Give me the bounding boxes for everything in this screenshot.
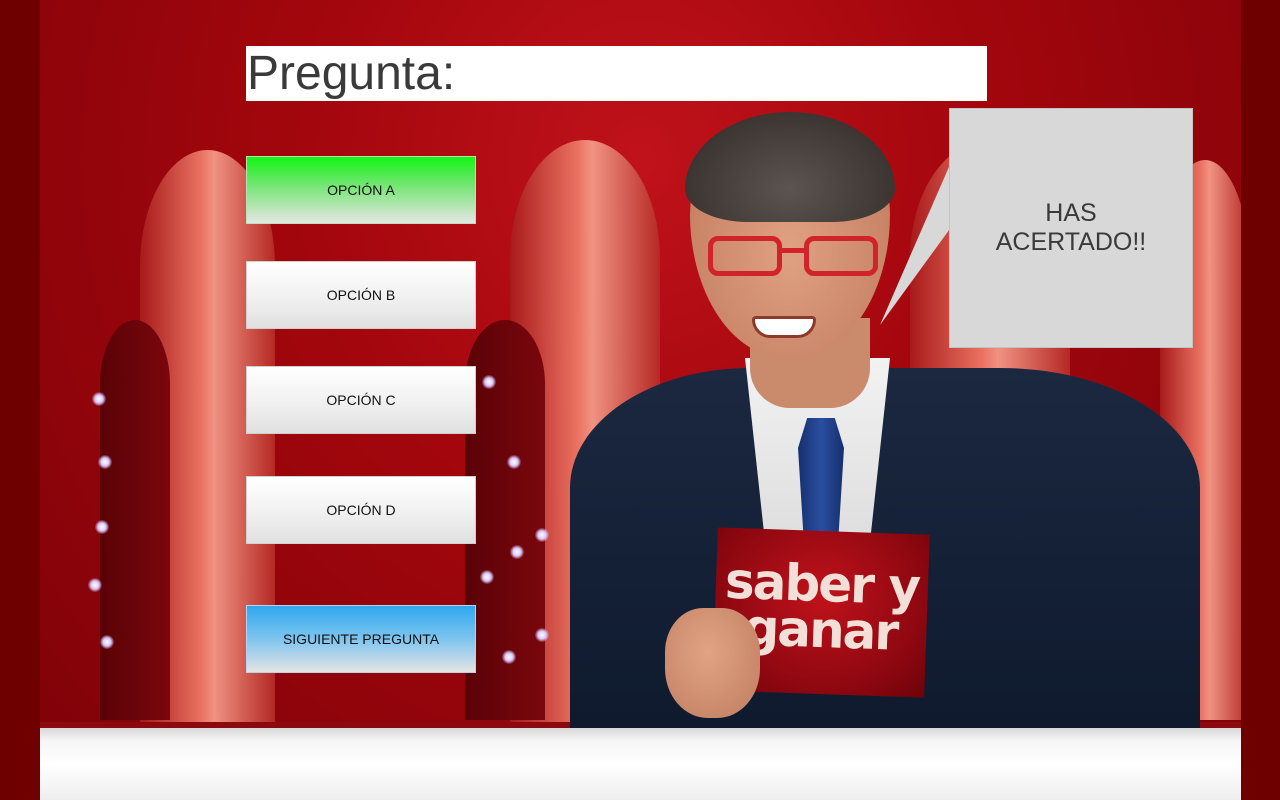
studio-light [88, 578, 102, 592]
question-text: Pregunta: [246, 46, 987, 101]
next-question-button[interactable]: SIGUIENTE PREGUNTA [246, 605, 476, 673]
studio-light [98, 455, 112, 469]
option-b-button[interactable]: OPCIÓN B [246, 261, 476, 329]
studio-light [482, 375, 496, 389]
studio-light [535, 528, 549, 542]
speech-bubble-line2: ACERTADO!! [995, 228, 1147, 256]
speech-bubble: HAS ACERTADO!! [949, 108, 1193, 348]
studio-light [510, 545, 524, 559]
host-hand [665, 608, 760, 718]
studio-light [480, 570, 494, 584]
studio-light [502, 650, 516, 664]
option-a-button[interactable]: OPCIÓN A [246, 156, 476, 224]
studio-light [95, 520, 109, 534]
option-c-button[interactable]: OPCIÓN C [246, 366, 476, 434]
presenter-desk [40, 722, 1241, 800]
host-smile [752, 316, 816, 338]
speech-bubble-line1: HAS [1045, 199, 1097, 227]
studio-light [92, 392, 106, 406]
studio-arch-dark [100, 320, 170, 720]
option-d-button[interactable]: OPCIÓN D [246, 476, 476, 544]
studio-light [535, 628, 549, 642]
host-glasses [708, 236, 878, 278]
left-border [0, 0, 40, 800]
right-border [1241, 0, 1280, 800]
studio-light [507, 455, 521, 469]
studio-light [100, 635, 114, 649]
host-hair [685, 112, 895, 222]
